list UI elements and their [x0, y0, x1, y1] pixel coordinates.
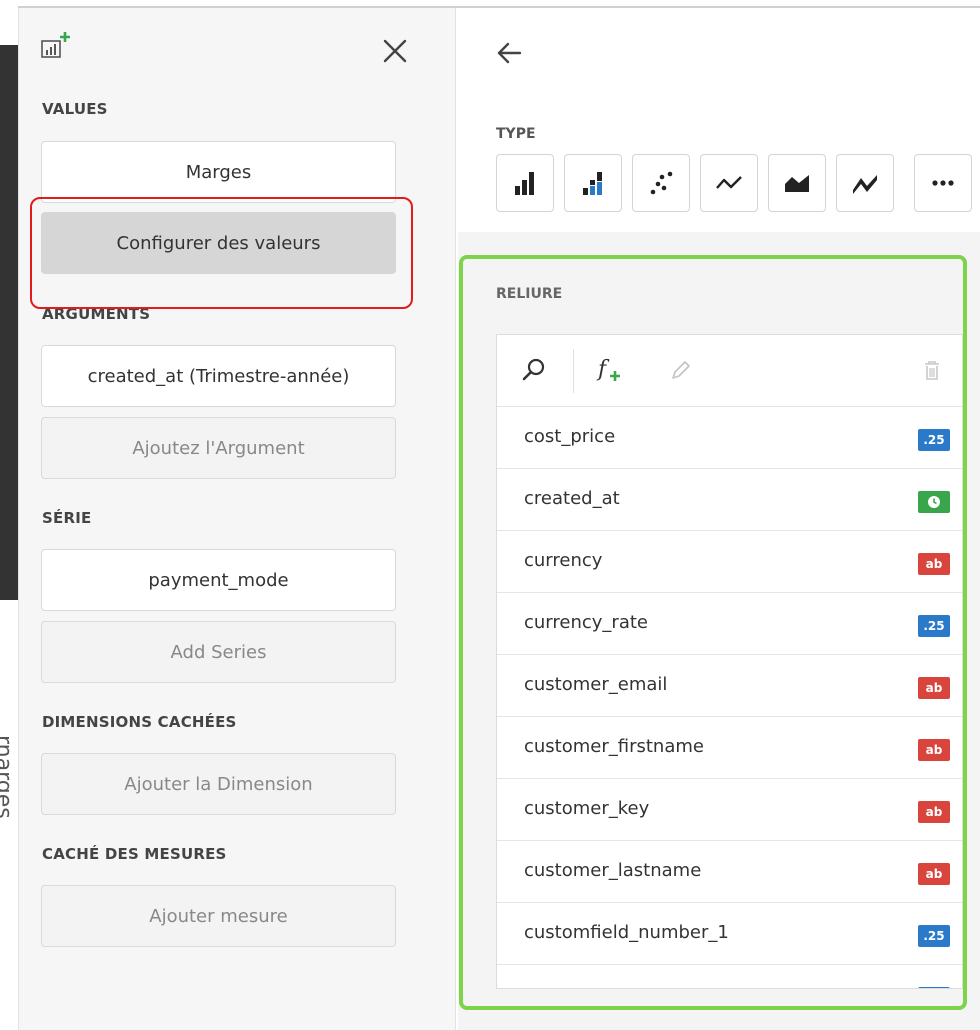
field-row-customer-email[interactable]: customer_email ab [497, 655, 962, 717]
line-chart-icon [716, 176, 742, 189]
field-name: customer_email [524, 674, 668, 695]
string-type-icon: ab [918, 739, 950, 761]
field-name: customer_key [524, 798, 650, 819]
value-item-marges[interactable]: Marges [41, 141, 396, 203]
edit-pencil-icon[interactable] [665, 355, 695, 385]
chart-type-bar-button[interactable] [496, 154, 554, 212]
field-name: created_at [524, 488, 620, 509]
delete-trash-icon[interactable] [917, 355, 947, 385]
svg-text:f: f [596, 357, 610, 382]
string-type-icon: ab [918, 801, 950, 823]
string-type-icon: ab [918, 677, 950, 699]
back-arrow-icon[interactable] [494, 40, 524, 66]
field-list-toolbar: f [497, 335, 962, 407]
scatter-chart-icon [650, 171, 673, 195]
field-row-partial[interactable] [497, 965, 962, 988]
chart-type-line-button[interactable] [700, 154, 758, 212]
search-icon[interactable] [519, 355, 549, 385]
section-label-hidden-dimensions: DIMENSIONS CACHÉES [42, 713, 237, 731]
close-icon[interactable] [380, 36, 410, 66]
string-type-icon: ab [918, 863, 950, 885]
stacked-line-chart-icon [853, 175, 877, 194]
chart-type-area-button[interactable] [768, 154, 826, 212]
binding-label: RELIURE [496, 286, 563, 302]
series-item-payment-mode[interactable]: payment_mode [41, 549, 396, 611]
number-type-icon: .25 [918, 925, 950, 947]
area-chart-icon [785, 175, 809, 192]
field-list: f cost_price .25 created_at currency ab curre… [496, 334, 963, 989]
type-label: TYPE [496, 126, 536, 142]
add-dimension-button[interactable]: Ajouter la Dimension [41, 753, 396, 815]
field-row-customfield-number-1[interactable]: customfield_number_1 .25 [497, 903, 962, 965]
section-label-values: VALUES [42, 100, 108, 118]
configure-values-button[interactable]: Configurer des valeurs [41, 212, 396, 274]
field-name: customfield_number_1 [524, 922, 729, 943]
field-row-customer-firstname[interactable]: customer_firstname ab [497, 717, 962, 779]
section-label-arguments: ARGUMENTS [42, 305, 151, 323]
chart-type-stacked-line-button[interactable] [836, 154, 894, 212]
field-name: customer_lastname [524, 860, 702, 881]
section-label-series: SÉRIE [42, 509, 92, 527]
field-row-cost-price[interactable]: cost_price .25 [497, 407, 962, 469]
date-type-icon [918, 491, 950, 513]
chart-type-more-button[interactable] [914, 154, 972, 212]
field-row-customer-key[interactable]: customer_key ab [497, 779, 962, 841]
string-type-icon: ab [918, 553, 950, 575]
chart-type-scatter-button[interactable] [632, 154, 690, 212]
bar-chart-icon [515, 172, 534, 195]
background-dashboard-strip [0, 45, 18, 600]
toolbar-separator [573, 349, 574, 393]
add-argument-button[interactable]: Ajoutez l'Argument [41, 417, 396, 479]
stacked-bar-chart-icon [583, 172, 602, 195]
field-name: currency_rate [524, 612, 648, 633]
more-icon [932, 180, 954, 186]
field-name: customer_firstname [524, 736, 704, 757]
add-measure-button[interactable]: Ajouter mesure [41, 885, 396, 947]
field-row-currency[interactable]: currency ab [497, 531, 962, 593]
add-calculated-field-icon[interactable]: f [595, 355, 625, 385]
background-partial-text: rnarges [0, 735, 16, 819]
chart-type-stacked-bar-button[interactable] [564, 154, 622, 212]
field-row-created-at[interactable]: created_at [497, 469, 962, 531]
number-type-icon: .25 [918, 615, 950, 637]
field-name: cost_price [524, 426, 616, 447]
chart-add-icon [41, 32, 70, 58]
section-label-hidden-measures: CACHÉ DES MESURES [42, 845, 227, 863]
number-type-icon: .25 [918, 429, 950, 451]
add-series-button[interactable]: Add Series [41, 621, 396, 683]
field-name: currency [524, 550, 603, 571]
field-row-currency-rate[interactable]: currency_rate .25 [497, 593, 962, 655]
field-row-customer-lastname[interactable]: customer_lastname ab [497, 841, 962, 903]
argument-item-created-at[interactable]: created_at (Trimestre-année) [41, 345, 396, 407]
number-type-icon [918, 987, 950, 988]
